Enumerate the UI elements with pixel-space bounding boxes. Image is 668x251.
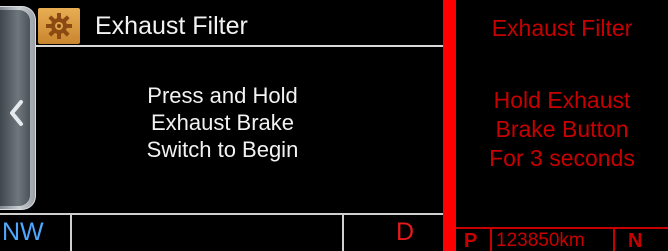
- secondary-gear-indicator: P: [464, 230, 478, 251]
- instruction-line: Exhaust Brake: [150, 110, 295, 135]
- secondary-message-line: Brake Button: [495, 116, 629, 142]
- odometer: 123850km: [496, 230, 585, 251]
- secondary-message-line: For 3 seconds: [489, 145, 635, 171]
- secondary-status-separator: [613, 229, 615, 251]
- title-divider: [36, 45, 443, 47]
- display-divider: [443, 0, 456, 251]
- secondary-title: Exhaust Filter: [491, 15, 633, 41]
- back-tab[interactable]: [0, 6, 36, 210]
- instruction-message: Press and Hold Exhaust Brake Switch to B…: [90, 82, 355, 163]
- status-bar-divider: [0, 213, 443, 215]
- chevron-left-icon: [10, 100, 23, 126]
- gear-icon: [46, 13, 72, 39]
- page-title: Exhaust Filter: [95, 12, 248, 40]
- secondary-message: Hold Exhaust Brake Button For 3 seconds: [456, 86, 668, 173]
- secondary-message-line: Hold Exhaust: [493, 87, 631, 113]
- left-display: Exhaust Filter Press and Hold Exhaust Br…: [0, 0, 443, 251]
- secondary-status-separator: [490, 229, 492, 251]
- secondary-status-divider: [456, 227, 668, 229]
- compass-heading: NW: [2, 218, 44, 246]
- status-separator: [342, 215, 344, 251]
- range-mode-indicator: N: [628, 230, 643, 251]
- status-separator: [70, 215, 72, 251]
- gear-icon-tile: [38, 8, 80, 44]
- gear-indicator: D: [396, 218, 415, 246]
- instruction-line: Press and Hold: [147, 83, 298, 108]
- right-display: Exhaust Filter Hold Exhaust Brake Button…: [456, 0, 668, 251]
- instruction-line: Switch to Begin: [146, 137, 299, 162]
